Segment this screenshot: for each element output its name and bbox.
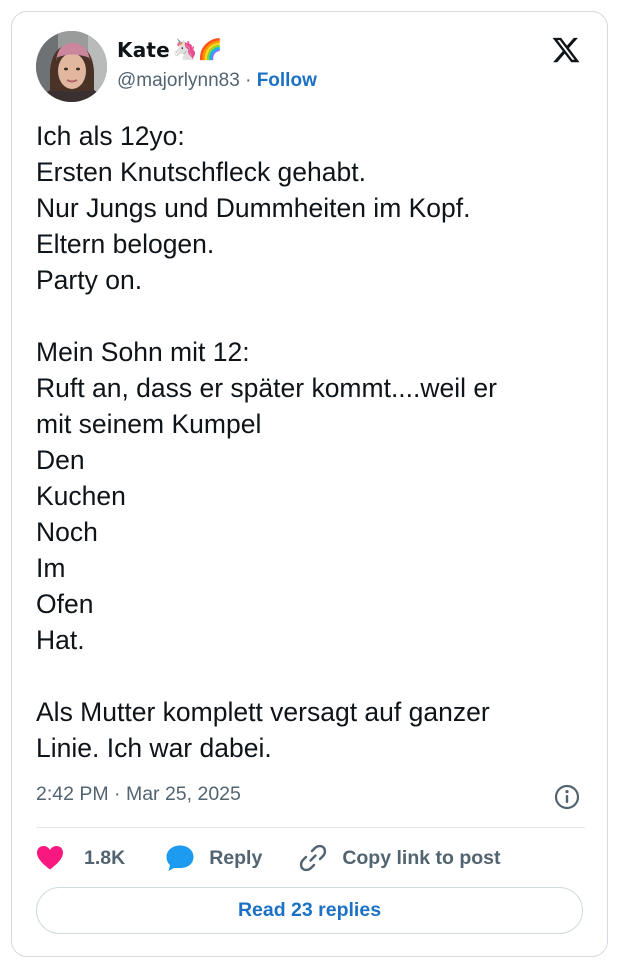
tweet-card: Kate 🦄🌈 @majorlynn83 · Follow Ich als 12… xyxy=(11,11,608,957)
tweet-timestamp[interactable]: 2:42 PM · Mar 25, 2025 xyxy=(36,783,241,806)
tweet-text: Ich als 12yo: Ersten Knutschfleck gehabt… xyxy=(36,121,497,763)
handle-separator: · xyxy=(239,70,257,91)
copy-link-button[interactable]: Copy link to post xyxy=(298,843,500,873)
divider xyxy=(36,827,585,828)
copy-link-label: Copy link to post xyxy=(342,846,501,869)
link-icon xyxy=(300,844,327,872)
info-icon[interactable] xyxy=(553,783,581,811)
author-handle-row: @majorlynn83 · Follow xyxy=(117,70,317,92)
unicorn-rainbow-emoji: 🦄🌈 xyxy=(172,39,223,61)
avatar[interactable] xyxy=(36,31,107,102)
heart-icon xyxy=(37,846,63,870)
like-count: 1.8K xyxy=(84,846,126,869)
author-name-row[interactable]: Kate 🦄🌈 xyxy=(117,35,223,65)
like-button[interactable]: 1.8K xyxy=(36,845,125,871)
x-logo-icon[interactable] xyxy=(551,35,581,65)
read-replies-button[interactable]: Read 23 replies xyxy=(36,887,583,934)
reply-label: Reply xyxy=(209,846,263,869)
author-display-name[interactable]: Kate xyxy=(117,38,170,62)
speech-bubble-icon xyxy=(166,845,194,871)
author-handle[interactable]: @majorlynn83 xyxy=(117,70,240,91)
follow-link[interactable]: Follow xyxy=(257,70,317,91)
action-bar: 1.8K Reply Copy link to post xyxy=(36,841,500,875)
reply-button[interactable]: Reply xyxy=(165,844,262,872)
